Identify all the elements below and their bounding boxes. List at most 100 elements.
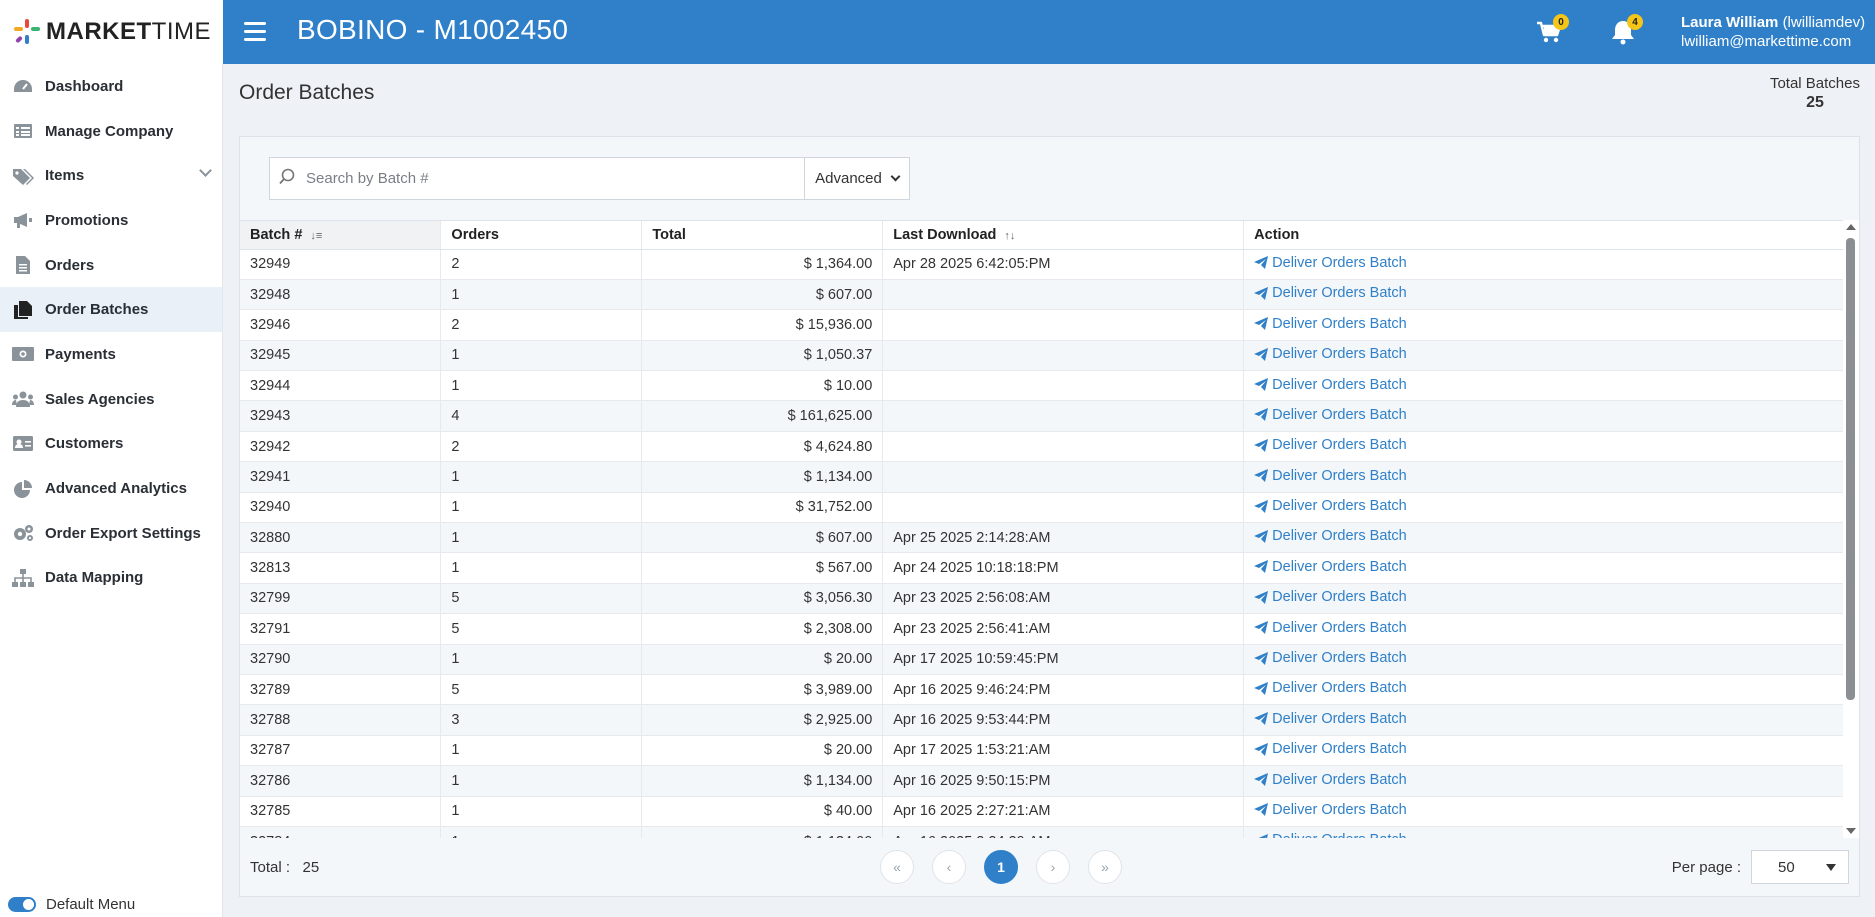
cell-action: Deliver Orders Batch xyxy=(1243,400,1845,432)
table-row: 32942 2 $ 4,624.80 Deliver Orders Batch xyxy=(240,431,1845,463)
page-button-current[interactable]: 1 xyxy=(984,850,1018,884)
table-row: 32948 1 $ 607.00 Deliver Orders Batch xyxy=(240,279,1845,311)
cell-action: Deliver Orders Batch xyxy=(1243,735,1845,767)
table-row: 32786 1 $ 1,134.00 Apr 16 2025 9:50:15:PM De… xyxy=(240,765,1845,797)
scroll-up-icon[interactable] xyxy=(1846,224,1856,230)
cell-batch: 32880 xyxy=(240,522,442,554)
user-menu[interactable]: Laura William (lwilliamdev) lwilliam@mar… xyxy=(1681,13,1865,51)
cell-orders: 1 xyxy=(440,796,643,827)
deliver-orders-batch-link[interactable]: Deliver Orders Batch xyxy=(1254,711,1407,727)
cell-last-download xyxy=(882,309,1245,341)
deliver-orders-batch-link[interactable]: Deliver Orders Batch xyxy=(1254,802,1407,818)
cell-last-download: Apr 28 2025 6:42:05:PM xyxy=(882,249,1245,280)
sidebar-item-promotions[interactable]: Promotions xyxy=(0,198,222,243)
deliver-orders-batch-link[interactable]: Deliver Orders Batch xyxy=(1254,620,1407,636)
sidebar-item-advanced-analytics[interactable]: Advanced Analytics xyxy=(0,466,222,511)
cell-last-download: Apr 25 2025 2:14:28:AM xyxy=(882,522,1245,554)
cell-batch: 32785 xyxy=(240,796,442,827)
sidebar-item-sales-agencies[interactable]: Sales Agencies xyxy=(0,377,222,422)
cell-action: Deliver Orders Batch xyxy=(1243,461,1845,493)
cell-total: $ 20.00 xyxy=(641,644,884,675)
deliver-orders-batch-link[interactable]: Deliver Orders Batch xyxy=(1254,346,1407,362)
paper-plane-icon xyxy=(1254,742,1269,756)
bell-icon[interactable]: 4 xyxy=(1609,14,1643,46)
default-menu-label: Default Menu xyxy=(46,896,136,913)
search-icon xyxy=(278,168,296,189)
deliver-orders-batch-link[interactable]: Deliver Orders Batch xyxy=(1254,772,1407,788)
cell-batch: 32786 xyxy=(240,765,442,797)
sidebar-item-data-mapping[interactable]: Data Mapping xyxy=(0,556,222,601)
deliver-orders-batch-link[interactable]: Deliver Orders Batch xyxy=(1254,559,1407,575)
table-row: 32789 5 $ 3,989.00 Apr 16 2025 9:46:24:PM De… xyxy=(240,674,1845,706)
table-row: 32791 5 $ 2,308.00 Apr 23 2025 2:56:41:AM De… xyxy=(240,613,1845,645)
table-scrollbar[interactable] xyxy=(1843,220,1859,838)
cell-orders: 5 xyxy=(440,674,643,706)
paper-plane-icon xyxy=(1254,317,1269,331)
deliver-orders-batch-link[interactable]: Deliver Orders Batch xyxy=(1254,650,1407,666)
deliver-orders-batch-link[interactable]: Deliver Orders Batch xyxy=(1254,589,1407,605)
deliver-orders-batch-link[interactable]: Deliver Orders Batch xyxy=(1254,528,1407,544)
sidebar-item-orders[interactable]: Orders xyxy=(0,243,222,288)
sort-desc-icon: ↓≡ xyxy=(310,229,323,242)
default-menu-toggle[interactable] xyxy=(8,897,36,912)
sidebar-item-order-export-settings[interactable]: Order Export Settings xyxy=(0,511,222,556)
cart-icon[interactable]: 0 xyxy=(1535,14,1569,46)
per-page-select[interactable]: 50 xyxy=(1751,850,1849,884)
cell-total: $ 1,134.00 xyxy=(641,826,884,838)
table-row: 32788 3 $ 2,925.00 Apr 16 2025 9:53:44:PM De… xyxy=(240,704,1845,736)
cell-action: Deliver Orders Batch xyxy=(1243,309,1845,341)
table-row: 327841$ 1,134.00Apr 16 2025 2:24:29:AMDe… xyxy=(240,826,1845,838)
search-input[interactable] xyxy=(306,170,786,187)
cell-total: $ 1,134.00 xyxy=(641,461,884,493)
first-page-button[interactable]: « xyxy=(880,850,914,884)
cell-action: Deliver Orders Batch xyxy=(1243,583,1845,615)
paper-plane-icon xyxy=(1254,590,1269,604)
deliver-orders-batch-link[interactable]: Deliver Orders Batch xyxy=(1254,498,1407,514)
deliver-orders-batch-link[interactable]: Deliver Orders Batch xyxy=(1254,407,1407,423)
cell-orders: 5 xyxy=(440,613,643,645)
sidebar-item-customers[interactable]: Customers xyxy=(0,422,222,467)
column-header-last-download[interactable]: Last Download ↑↓ xyxy=(882,221,1245,250)
advanced-search-button[interactable]: Advanced xyxy=(804,157,910,200)
deliver-orders-batch-link[interactable]: Deliver Orders Batch xyxy=(1254,316,1407,332)
table-row: 32790 1 $ 20.00 Apr 17 2025 10:59:45:PM Deli… xyxy=(240,644,1845,675)
last-page-button[interactable]: » xyxy=(1088,850,1122,884)
sidebar-item-dashboard[interactable]: Dashboard xyxy=(0,64,222,109)
menu-toggle-icon[interactable] xyxy=(244,22,266,41)
deliver-orders-batch-link[interactable]: Deliver Orders Batch xyxy=(1254,468,1407,484)
deliver-orders-batch-link[interactable]: Deliver Orders Batch xyxy=(1254,285,1407,301)
id-card-icon xyxy=(12,435,34,453)
list-icon xyxy=(12,122,34,140)
user-name: Laura William (lwilliamdev) xyxy=(1681,14,1866,31)
scrollbar-thumb[interactable] xyxy=(1846,238,1855,700)
deliver-orders-batch-link[interactable]: Deliver Orders Batch xyxy=(1254,680,1407,696)
paper-plane-icon xyxy=(1254,378,1269,391)
cell-action: Deliver Orders Batch xyxy=(1243,644,1845,675)
pagination: « ‹ 1 › » xyxy=(880,850,1140,884)
scroll-down-icon[interactable] xyxy=(1846,828,1856,834)
cell-last-download xyxy=(882,461,1245,493)
cell-batch: 32943 xyxy=(240,400,442,432)
chevron-down-icon[interactable] xyxy=(199,164,212,178)
deliver-orders-batch-link[interactable]: Deliver Orders Batch xyxy=(1254,255,1407,271)
deliver-orders-batch-link[interactable]: Deliver Orders Batch xyxy=(1254,741,1407,757)
table-header-row: Batch # ↓≡ Orders Total Last Download ↑↓ A… xyxy=(240,221,1845,250)
sidebar-item-manage-company[interactable]: Manage Company xyxy=(0,109,222,154)
column-header-batch[interactable]: Batch # ↓≡ xyxy=(240,221,442,250)
deliver-orders-batch-link[interactable]: Deliver Orders Batch xyxy=(1254,377,1407,393)
sidebar-item-items[interactable]: Items xyxy=(0,153,222,198)
sidebar-item-order-batches[interactable]: Order Batches xyxy=(0,287,222,333)
sitemap-icon xyxy=(12,568,34,587)
next-page-button[interactable]: › xyxy=(1036,850,1070,884)
column-header-orders[interactable]: Orders xyxy=(440,221,643,250)
paper-plane-icon xyxy=(1254,681,1269,695)
cell-batch: 32948 xyxy=(240,279,442,311)
search-box xyxy=(269,157,804,200)
default-menu-switch: Default Menu xyxy=(8,896,135,913)
column-header-total[interactable]: Total xyxy=(641,221,884,250)
copy-icon xyxy=(12,300,34,319)
logo[interactable]: MARKETTIME xyxy=(0,0,223,64)
sidebar-item-payments[interactable]: Payments xyxy=(0,332,222,377)
deliver-orders-batch-link[interactable]: Deliver Orders Batch xyxy=(1254,437,1407,453)
prev-page-button[interactable]: ‹ xyxy=(932,850,966,884)
